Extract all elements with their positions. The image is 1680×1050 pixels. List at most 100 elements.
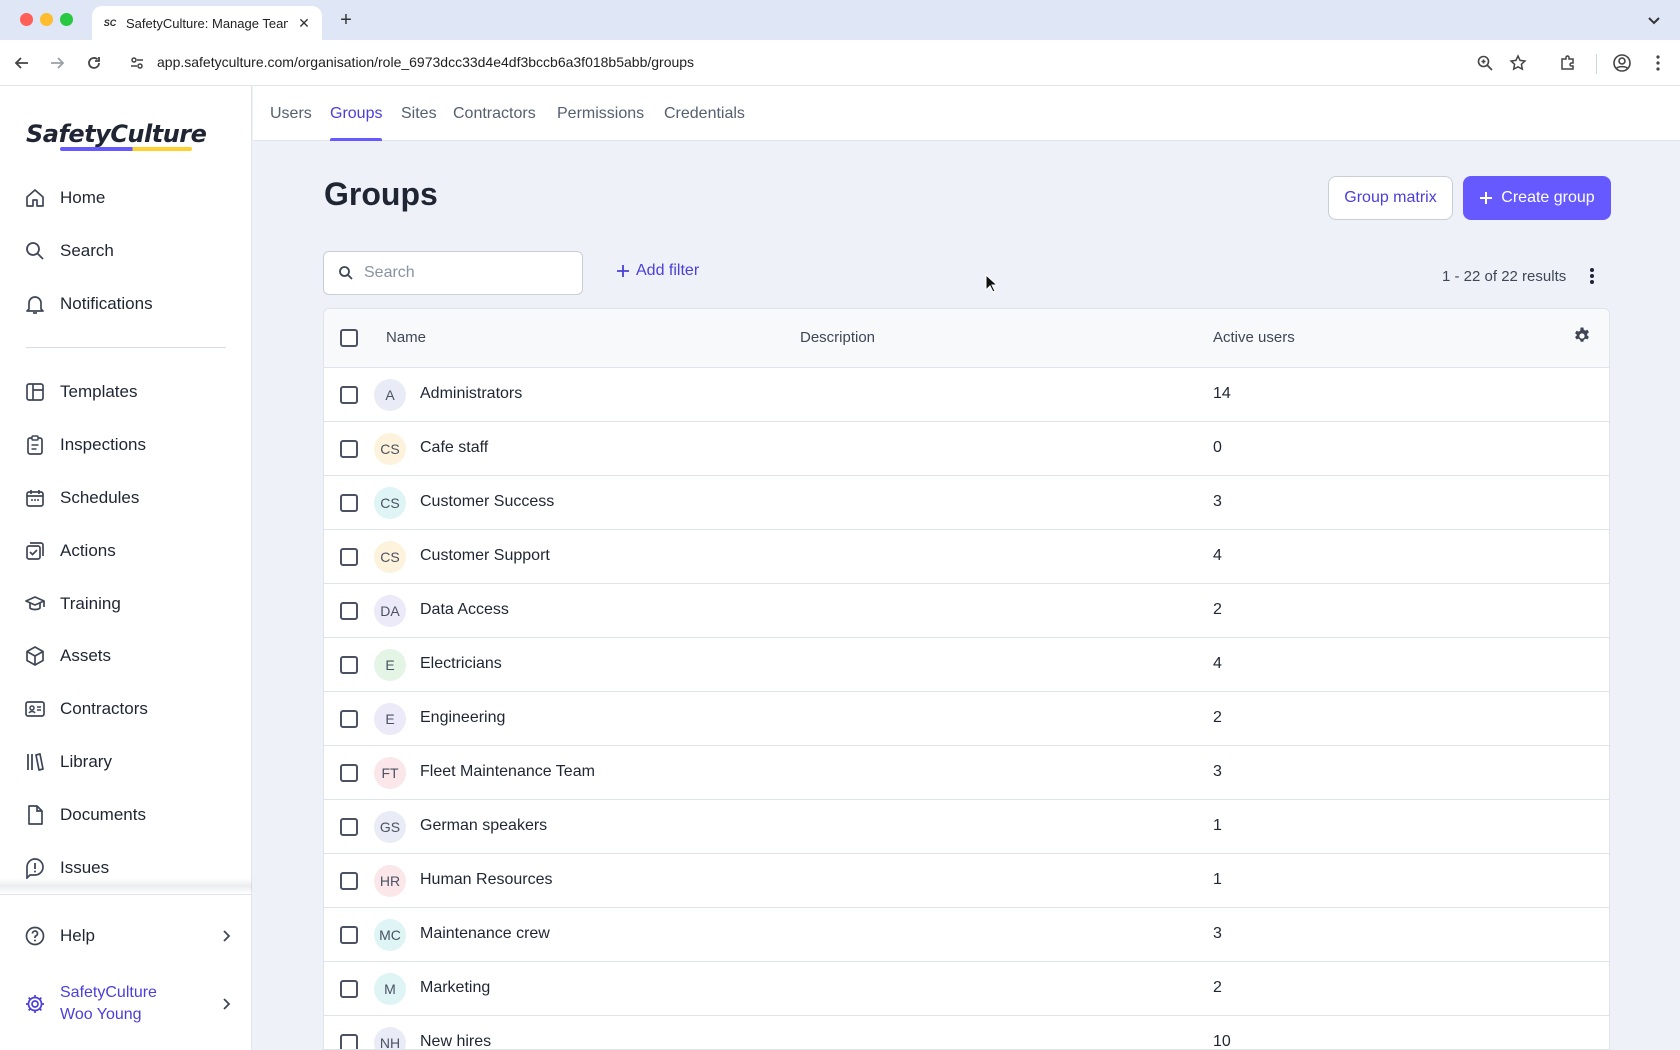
table-row[interactable]: GS German speakers 1: [324, 800, 1609, 854]
tab-contractors[interactable]: Contractors: [453, 86, 536, 141]
tab-permissions[interactable]: Permissions: [557, 86, 644, 141]
avatar: DA: [374, 595, 406, 627]
sidebar-item-assets[interactable]: Assets: [24, 638, 111, 674]
sidebar-item-inspections[interactable]: Inspections: [24, 427, 146, 463]
row-checkbox[interactable]: [340, 710, 358, 728]
table-row[interactable]: FT Fleet Maintenance Team 3: [324, 746, 1609, 800]
row-checkbox[interactable]: [340, 764, 358, 782]
group-name[interactable]: Customer Success: [420, 493, 554, 511]
window-maximize-button[interactable]: [60, 13, 73, 26]
table-row[interactable]: DA Data Access 2: [324, 584, 1609, 638]
more-options-icon[interactable]: [1582, 266, 1602, 286]
table-row[interactable]: E Engineering 2: [324, 692, 1609, 746]
new-tab-button[interactable]: +: [334, 8, 358, 32]
org-account-switcher[interactable]: SafetyCulture Woo Young: [24, 980, 234, 1028]
sidebar: SafetyCulture Home Search Notifications …: [0, 86, 252, 1050]
column-settings-gear-icon[interactable]: [1572, 326, 1592, 346]
active-users-count: 2: [1213, 601, 1222, 618]
sidebar-item-schedules[interactable]: Schedules: [24, 480, 139, 516]
reload-icon[interactable]: [84, 53, 104, 73]
back-arrow-icon[interactable]: [12, 53, 32, 73]
group-matrix-button[interactable]: Group matrix: [1328, 176, 1453, 220]
id-card-icon: [25, 701, 45, 717]
group-name[interactable]: Data Access: [420, 601, 509, 619]
tab-sites[interactable]: Sites: [401, 86, 437, 141]
row-checkbox[interactable]: [340, 818, 358, 836]
close-tab-icon[interactable]: ✕: [296, 15, 312, 32]
group-name[interactable]: Fleet Maintenance Team: [420, 763, 595, 781]
row-checkbox[interactable]: [340, 1034, 358, 1049]
avatar: NH: [374, 1027, 406, 1049]
group-name[interactable]: Marketing: [420, 979, 490, 997]
row-checkbox[interactable]: [340, 602, 358, 620]
forward-arrow-icon[interactable]: [47, 53, 67, 73]
select-all-checkbox[interactable]: [340, 329, 358, 347]
sidebar-item-training[interactable]: Training: [24, 586, 121, 622]
avatar: CS: [374, 487, 406, 519]
group-name[interactable]: Administrators: [420, 385, 522, 403]
row-checkbox[interactable]: [340, 386, 358, 404]
group-name[interactable]: Engineering: [420, 709, 505, 727]
table-row[interactable]: CS Cafe staff 0: [324, 422, 1609, 476]
page-title: Groups: [324, 176, 438, 212]
zoom-icon[interactable]: [1475, 53, 1495, 73]
row-checkbox[interactable]: [340, 494, 358, 512]
table-row[interactable]: MC Maintenance crew 3: [324, 908, 1609, 962]
sidebar-item-library[interactable]: Library: [24, 744, 112, 780]
browser-menu-icon[interactable]: [1648, 53, 1668, 73]
group-name[interactable]: Electricians: [420, 655, 502, 673]
search-icon: [26, 242, 44, 260]
row-checkbox[interactable]: [340, 980, 358, 998]
add-filter-button[interactable]: Add filter: [616, 262, 699, 280]
row-checkbox[interactable]: [340, 926, 358, 944]
sidebar-item-actions[interactable]: Actions: [24, 533, 116, 569]
window-close-button[interactable]: [20, 13, 33, 26]
table-row[interactable]: CS Customer Success 3: [324, 476, 1609, 530]
sidebar-item-home[interactable]: Home: [24, 180, 105, 216]
profile-icon[interactable]: [1612, 53, 1632, 73]
table-row[interactable]: HR Human Resources 1: [324, 854, 1609, 908]
table-row[interactable]: E Electricians 4: [324, 638, 1609, 692]
sidebar-item-notifications[interactable]: Notifications: [24, 286, 153, 322]
tab-search-chevron-icon[interactable]: [1644, 10, 1664, 30]
group-name[interactable]: German speakers: [420, 817, 547, 835]
search-field[interactable]: [323, 251, 583, 295]
tab-users[interactable]: Users: [270, 86, 312, 141]
table-row[interactable]: NH New hires 10: [324, 1016, 1609, 1049]
row-checkbox[interactable]: [340, 440, 358, 458]
plus-icon: [617, 265, 629, 277]
group-name[interactable]: Customer Support: [420, 547, 550, 565]
column-header-name[interactable]: Name: [386, 329, 426, 346]
row-checkbox[interactable]: [340, 656, 358, 674]
sidebar-item-search[interactable]: Search: [24, 233, 114, 269]
tab-credentials[interactable]: Credentials: [664, 86, 745, 141]
org-name: SafetyCulture: [60, 984, 157, 1001]
extensions-icon[interactable]: [1558, 53, 1578, 73]
sidebar-item-documents[interactable]: Documents: [24, 797, 146, 833]
sidebar-item-contractors[interactable]: Contractors: [24, 691, 148, 727]
row-checkbox[interactable]: [340, 548, 358, 566]
sidebar-item-templates[interactable]: Templates: [24, 374, 137, 410]
group-name[interactable]: Human Resources: [420, 871, 553, 889]
table-row[interactable]: CS Customer Support 4: [324, 530, 1609, 584]
sidebar-item-help[interactable]: Help: [24, 918, 234, 954]
group-name[interactable]: New hires: [420, 1033, 491, 1049]
table-row[interactable]: M Marketing 2: [324, 962, 1609, 1016]
column-header-active-users[interactable]: Active users: [1213, 329, 1295, 346]
group-name[interactable]: Cafe staff: [420, 439, 488, 457]
site-settings-icon[interactable]: [128, 54, 146, 72]
logo-underline: [60, 147, 192, 151]
table-row[interactable]: A Administrators 14: [324, 368, 1609, 422]
window-minimize-button[interactable]: [40, 13, 53, 26]
row-checkbox[interactable]: [340, 872, 358, 890]
url-field[interactable]: app.safetyculture.com/organisation/role_…: [157, 54, 694, 70]
safetyculture-logo[interactable]: SafetyCulture: [26, 120, 207, 148]
bookmark-star-icon[interactable]: [1508, 53, 1528, 73]
group-name[interactable]: Maintenance crew: [420, 925, 550, 943]
templates-icon: [26, 383, 44, 401]
search-input[interactable]: [364, 264, 564, 282]
sidebar-item-label: Issues: [60, 858, 110, 877]
tab-groups[interactable]: Groups: [330, 86, 383, 141]
create-group-button[interactable]: Create group: [1463, 176, 1611, 220]
browser-tab[interactable]: SC SafetyCulture: Manage Teams ✕: [92, 6, 322, 40]
